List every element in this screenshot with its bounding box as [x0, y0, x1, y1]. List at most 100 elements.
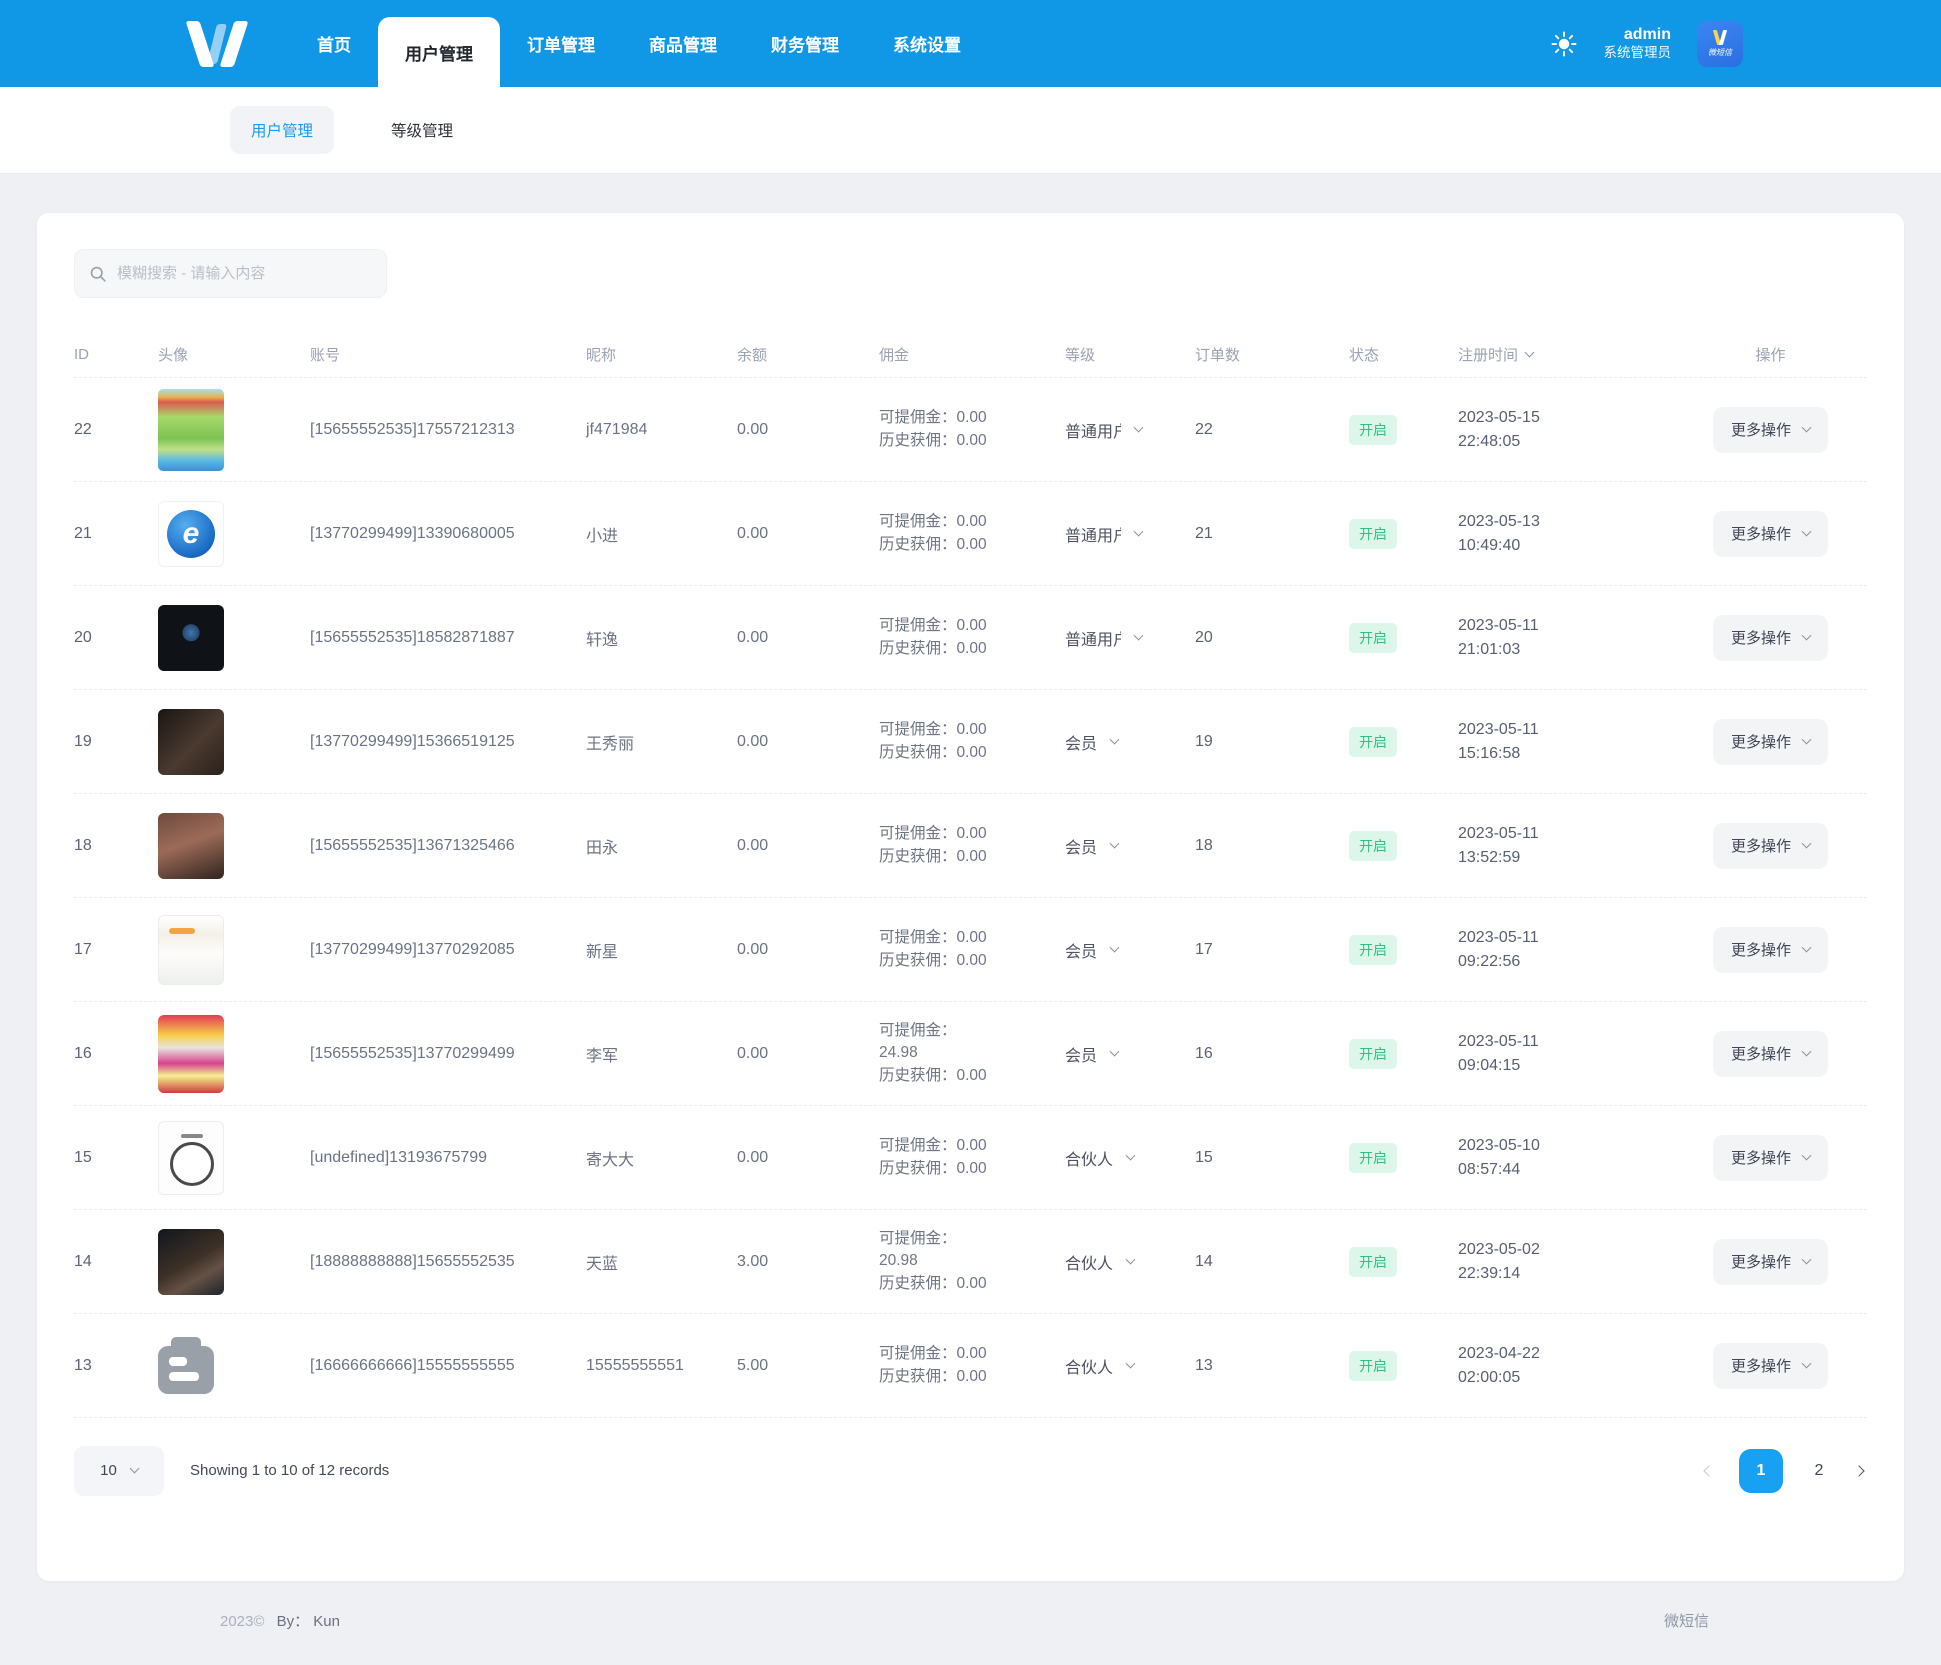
cell-avatar [158, 388, 310, 471]
registration-date: 2023-05-11 [1458, 1033, 1539, 1051]
cell-registration-time: 2023-05-11 13:52:59 [1458, 822, 1674, 868]
more-actions-button[interactable]: 更多操作 [1712, 1238, 1828, 1285]
more-actions-label: 更多操作 [1730, 838, 1791, 855]
registration-date: 2023-05-13 [1458, 513, 1540, 531]
level-value: 合伙人 [1065, 1151, 1114, 1169]
cell-account: [18888888888]15655552535 [310, 1252, 515, 1270]
cell-balance: 0.00 [737, 420, 769, 438]
level-dropdown[interactable]: 会员 [1065, 938, 1195, 962]
chevron-down-icon [1801, 1046, 1812, 1057]
footer-author: By： Kun [276, 1612, 340, 1630]
column-header-status: 状态 [1349, 347, 1380, 364]
current-user-name: admin [1623, 26, 1671, 44]
table-header: ID 头像 账号 昵称 余额 佣金 等级 订单数 状态 注册时间 操作 [74, 332, 1867, 378]
cell-commission: 可提佣金：0.00 历史获佣：0.00 [879, 1345, 987, 1385]
cell-balance: 0.00 [737, 524, 769, 542]
level-dropdown[interactable]: 会员 [1065, 1042, 1195, 1066]
registration-clock: 09:22:56 [1458, 952, 1521, 970]
level-dropdown[interactable]: 合伙人 [1065, 1146, 1195, 1170]
level-dropdown[interactable]: 合伙人 [1065, 1250, 1195, 1274]
level-value: 合伙人 [1065, 1359, 1114, 1377]
cell-nickname: 李军 [586, 1047, 619, 1065]
level-dropdown[interactable]: 普通用户 [1065, 522, 1195, 546]
more-actions-button[interactable]: 更多操作 [1712, 822, 1828, 869]
column-header-regtime-sort[interactable]: 注册时间 [1458, 344, 1674, 365]
chevron-down-icon [1801, 734, 1812, 745]
cell-nickname: 天蓝 [586, 1255, 619, 1273]
chevron-down-icon [1125, 1358, 1136, 1369]
cell-actions: 更多操作 [1674, 1238, 1867, 1285]
level-dropdown[interactable]: 普通用户 [1065, 626, 1195, 650]
cell-avatar [158, 604, 310, 671]
cell-avatar [158, 914, 310, 985]
level-dropdown[interactable]: 普通用户 [1065, 418, 1195, 442]
theme-toggle-sun-icon[interactable] [1550, 30, 1578, 58]
subtab-level-management[interactable]: 等级管理 [370, 106, 474, 154]
more-actions-label: 更多操作 [1730, 526, 1791, 543]
next-page-icon[interactable] [1853, 1464, 1867, 1477]
chevron-down-icon [1801, 526, 1812, 537]
nav-item-user-management[interactable]: 用户管理 [378, 17, 500, 87]
registration-date: 2023-05-15 [1458, 409, 1540, 427]
registration-clock: 02:00:05 [1458, 1368, 1521, 1386]
more-actions-button[interactable]: 更多操作 [1712, 510, 1828, 557]
cell-commission: 可提佣金：0.00 历史获佣：0.00 [879, 721, 987, 761]
cell-registration-time: 2023-05-13 10:49:40 [1458, 510, 1674, 556]
registration-date: 2023-05-02 [1458, 1241, 1540, 1259]
nav-item-finance-management[interactable]: 财务管理 [744, 0, 866, 87]
chevron-down-icon [1801, 1254, 1812, 1265]
cell-commission: 可提佣金：0.00 历史获佣：0.00 [879, 513, 987, 553]
cell-account: [15655552535]13671325466 [310, 836, 515, 854]
nav-item-system-settings[interactable]: 系统设置 [866, 0, 988, 87]
level-value: 普通用户 [1065, 527, 1121, 545]
promo-screenshot-avatar [158, 1014, 224, 1093]
more-actions-label: 更多操作 [1730, 734, 1791, 751]
chevron-down-icon [1801, 422, 1812, 433]
level-dropdown[interactable]: 合伙人 [1065, 1354, 1195, 1378]
prev-page-icon[interactable] [1701, 1464, 1715, 1477]
user-avatar[interactable]: 微短信 [1697, 20, 1743, 67]
search-icon [90, 266, 106, 282]
more-actions-button[interactable]: 更多操作 [1712, 926, 1828, 973]
cell-user-id: 18 [74, 836, 92, 854]
top-navbar: 首页 用户管理 订单管理 商品管理 财务管理 系统设置 admin 系统管理员 [0, 0, 1941, 87]
registration-clock: 15:16:58 [1458, 744, 1521, 762]
page-size-select[interactable]: 10 [74, 1445, 164, 1496]
cell-order-count: 19 [1195, 732, 1213, 750]
level-value: 会员 [1065, 735, 1098, 753]
more-actions-label: 更多操作 [1730, 422, 1791, 439]
telecom-logo-avatar [158, 500, 224, 567]
search-input[interactable] [117, 265, 372, 282]
registration-date: 2023-05-11 [1458, 617, 1539, 635]
status-badge: 开启 [1349, 518, 1397, 549]
level-dropdown[interactable]: 会员 [1065, 730, 1195, 754]
more-actions-label: 更多操作 [1730, 942, 1791, 959]
level-dropdown[interactable]: 会员 [1065, 834, 1195, 858]
more-actions-button[interactable]: 更多操作 [1712, 614, 1828, 661]
more-actions-button[interactable]: 更多操作 [1712, 1342, 1828, 1389]
status-badge: 开启 [1349, 1142, 1397, 1173]
nav-item-product-management[interactable]: 商品管理 [622, 0, 744, 87]
placeholder-icon-avatar [158, 1336, 214, 1394]
chevron-down-icon [1801, 1150, 1812, 1161]
cell-balance: 3.00 [737, 1252, 769, 1270]
more-actions-button[interactable]: 更多操作 [1712, 718, 1828, 765]
table-row: 14 [18888888888]15655552535 天蓝 3.00 可提佣金… [74, 1210, 1867, 1314]
more-actions-button[interactable]: 更多操作 [1712, 406, 1828, 453]
nav-item-home[interactable]: 首页 [290, 0, 378, 87]
cell-status: 开启 [1349, 1142, 1458, 1173]
registration-clock: 09:04:15 [1458, 1056, 1521, 1074]
more-actions-button[interactable]: 更多操作 [1712, 1030, 1828, 1077]
cell-nickname: 寄大大 [586, 1151, 635, 1169]
meme-sticker-avatar [158, 1120, 224, 1195]
page-button-2[interactable]: 2 [1809, 1462, 1829, 1480]
subtab-user-management[interactable]: 用户管理 [230, 106, 335, 154]
status-badge: 开启 [1349, 934, 1397, 965]
more-actions-button[interactable]: 更多操作 [1712, 1134, 1828, 1181]
cell-account: [13770299499]13390680005 [310, 524, 515, 542]
more-actions-label: 更多操作 [1730, 1046, 1791, 1063]
cell-user-id: 22 [74, 420, 92, 438]
nav-item-order-management[interactable]: 订单管理 [500, 0, 622, 87]
page-button-1[interactable]: 1 [1739, 1448, 1783, 1493]
current-user-info: admin 系统管理员 [1604, 25, 1672, 62]
